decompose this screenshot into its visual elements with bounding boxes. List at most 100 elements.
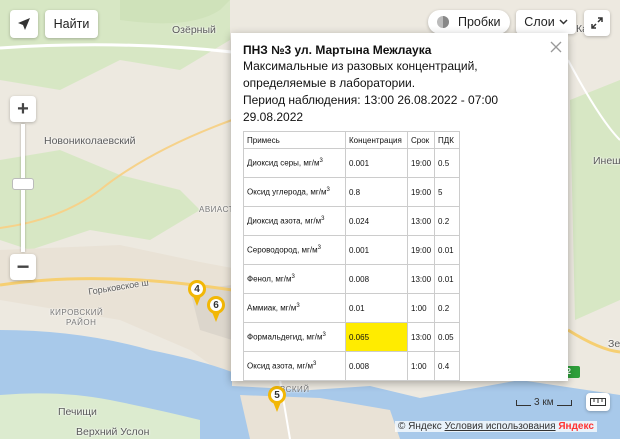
yandex-logo[interactable]: Яндекс bbox=[558, 421, 594, 432]
pollutant-name: Фенол, мг/м bbox=[247, 274, 292, 284]
time-cell: 19:00 bbox=[406, 235, 436, 265]
navigation-arrow-icon bbox=[18, 18, 30, 30]
map-scale: 3 км bbox=[516, 397, 572, 408]
place-label-verkhny-uslon: Верхний Услон bbox=[76, 426, 150, 438]
ruler-button[interactable] bbox=[586, 393, 610, 411]
pollutant-name: Диоксид азота, мг/м bbox=[247, 216, 322, 226]
traffic-label: Пробки bbox=[458, 15, 501, 29]
plus-icon: + bbox=[17, 97, 29, 120]
concentration-cell: 0.008 bbox=[345, 264, 408, 294]
time-cell: 1:00 bbox=[406, 351, 436, 381]
concentration-cell: 0.8 bbox=[345, 177, 408, 207]
ruler-icon bbox=[590, 398, 606, 406]
unit-exponent: 3 bbox=[291, 274, 295, 281]
marker-pin-tail bbox=[193, 296, 201, 306]
place-label-ozerny: Озёрный bbox=[172, 24, 216, 36]
pollutant-name: Оксид углерода, мг/м bbox=[247, 187, 327, 197]
table-row: Диоксид серы, мг/м3 0.001 19:00 0.5 bbox=[243, 148, 461, 178]
pdk-cell: 5 bbox=[434, 177, 461, 207]
concentration-table: Примесь Концентрация Срок ПДК Диоксид се… bbox=[243, 131, 461, 381]
concentration-cell: 0.024 bbox=[345, 206, 408, 236]
table-row: Оксид углерода, мг/м3 0.8 19:00 5 bbox=[243, 177, 461, 207]
place-label-novonikolaevsky: Новониколаевский bbox=[44, 135, 136, 147]
popup-title: ПНЗ №3 ул. Мартына Межлаука bbox=[243, 43, 432, 57]
zoom-slider-handle[interactable] bbox=[12, 178, 34, 190]
pollutant-cell: Формальдегид, мг/м3 bbox=[243, 322, 346, 352]
popup-description-line: Максимальные из разовых концентраций, bbox=[243, 59, 478, 73]
marker-pin-tail bbox=[273, 402, 281, 412]
concentration-cell: 0.01 bbox=[345, 293, 408, 323]
layers-button[interactable]: Слои bbox=[516, 10, 576, 34]
column-header: Срок bbox=[406, 131, 436, 149]
minus-icon: − bbox=[16, 254, 30, 279]
chevron-down-icon bbox=[559, 19, 568, 25]
unit-exponent: 3 bbox=[313, 361, 317, 368]
unit-exponent: 3 bbox=[322, 332, 326, 339]
concentration-cell: 0.008 bbox=[345, 351, 408, 381]
layers-label: Слои bbox=[524, 15, 555, 29]
place-label-pechishi: Печищи bbox=[58, 406, 97, 418]
place-label-ze: Зе bbox=[608, 338, 620, 350]
pollutant-name: Формальдегид, мг/м bbox=[247, 332, 323, 342]
table-header-row: Примесь Концентрация Срок ПДК bbox=[243, 131, 461, 149]
time-cell: 1:00 bbox=[406, 293, 436, 323]
table-row: Диоксид азота, мг/м3 0.024 13:00 0.2 bbox=[243, 206, 461, 236]
place-label-raion: РАЙОН bbox=[66, 318, 97, 327]
time-cell: 13:00 bbox=[406, 322, 436, 352]
place-label-inesh: Инеш bbox=[593, 155, 620, 167]
pollutant-cell: Оксид углерода, мг/м3 bbox=[243, 177, 346, 207]
unit-exponent: 3 bbox=[321, 216, 325, 223]
pdk-cell: 0.2 bbox=[434, 293, 461, 323]
map-copyright: © Яндекс Условия использования Яндекс bbox=[395, 421, 597, 432]
place-label-aviastr: АВИАСТ bbox=[199, 205, 234, 214]
concentration-cell: 0.065 bbox=[345, 322, 408, 352]
pollutant-cell: Диоксид серы, мг/м3 bbox=[243, 148, 346, 178]
pdk-cell: 0.2 bbox=[434, 206, 461, 236]
marker-pin-tail bbox=[212, 312, 220, 322]
pollutant-name: Диоксид серы, мг/м bbox=[247, 158, 320, 168]
station-info-popup: ПНЗ №3 ул. Мартына Межлаука Максимальные… bbox=[231, 33, 568, 381]
column-header: Концентрация bbox=[345, 131, 408, 149]
scale-bar-left bbox=[516, 399, 531, 406]
pdk-cell: 0.01 bbox=[434, 264, 461, 294]
pollutant-cell: Диоксид азота, мг/м3 bbox=[243, 206, 346, 236]
concentration-cell: 0.001 bbox=[345, 235, 408, 265]
unit-exponent: 3 bbox=[317, 245, 321, 252]
close-icon[interactable] bbox=[549, 40, 563, 54]
unit-exponent: 3 bbox=[296, 303, 300, 310]
pollutant-cell: Аммиак, мг/м3 bbox=[243, 293, 346, 323]
terms-link[interactable]: Условия использования bbox=[445, 421, 556, 432]
time-cell: 13:00 bbox=[406, 206, 436, 236]
traffic-light-icon bbox=[437, 16, 449, 28]
column-header: ПДК bbox=[434, 131, 461, 149]
time-cell: 19:00 bbox=[406, 177, 436, 207]
zoom-out-button[interactable]: − bbox=[10, 254, 36, 280]
unit-exponent: 3 bbox=[326, 187, 330, 194]
pdk-cell: 0.5 bbox=[434, 148, 461, 178]
table-row: Оксид азота, мг/м3 0.008 1:00 0.4 bbox=[243, 351, 461, 381]
table-row: Аммиак, мг/м3 0.01 1:00 0.2 bbox=[243, 293, 461, 323]
time-cell: 19:00 bbox=[406, 148, 436, 178]
pollutant-cell: Фенол, мг/м3 bbox=[243, 264, 346, 294]
time-cell: 13:00 bbox=[406, 264, 436, 294]
pollutant-name: Оксид азота, мг/м bbox=[247, 361, 313, 371]
pollutant-name: Аммиак, мг/м bbox=[247, 303, 297, 313]
find-button[interactable]: Найти bbox=[45, 10, 98, 38]
pollutant-cell: Сероводород, мг/м3 bbox=[243, 235, 346, 265]
pdk-cell: 0.05 bbox=[434, 322, 461, 352]
place-label-kirovsky: КИРОВСКИЙ bbox=[50, 308, 104, 317]
column-header: Примесь bbox=[243, 131, 346, 149]
unit-exponent: 3 bbox=[319, 158, 323, 165]
pdk-cell: 0.4 bbox=[434, 351, 461, 381]
zoom-in-button[interactable]: + bbox=[10, 96, 36, 122]
scale-label: 3 км bbox=[534, 397, 554, 408]
expand-icon bbox=[591, 17, 603, 29]
concentration-cell: 0.001 bbox=[345, 148, 408, 178]
traffic-button[interactable]: Пробки bbox=[428, 10, 510, 34]
fullscreen-button[interactable] bbox=[584, 10, 610, 36]
locate-button[interactable] bbox=[10, 10, 38, 38]
table-row: Фенол, мг/м3 0.008 13:00 0.01 bbox=[243, 264, 461, 294]
pollutant-name: Сероводород, мг/м bbox=[247, 245, 318, 255]
pollutant-cell: Оксид азота, мг/м3 bbox=[243, 351, 346, 381]
popup-description-line: определяемые в лаборатории. bbox=[243, 76, 416, 90]
